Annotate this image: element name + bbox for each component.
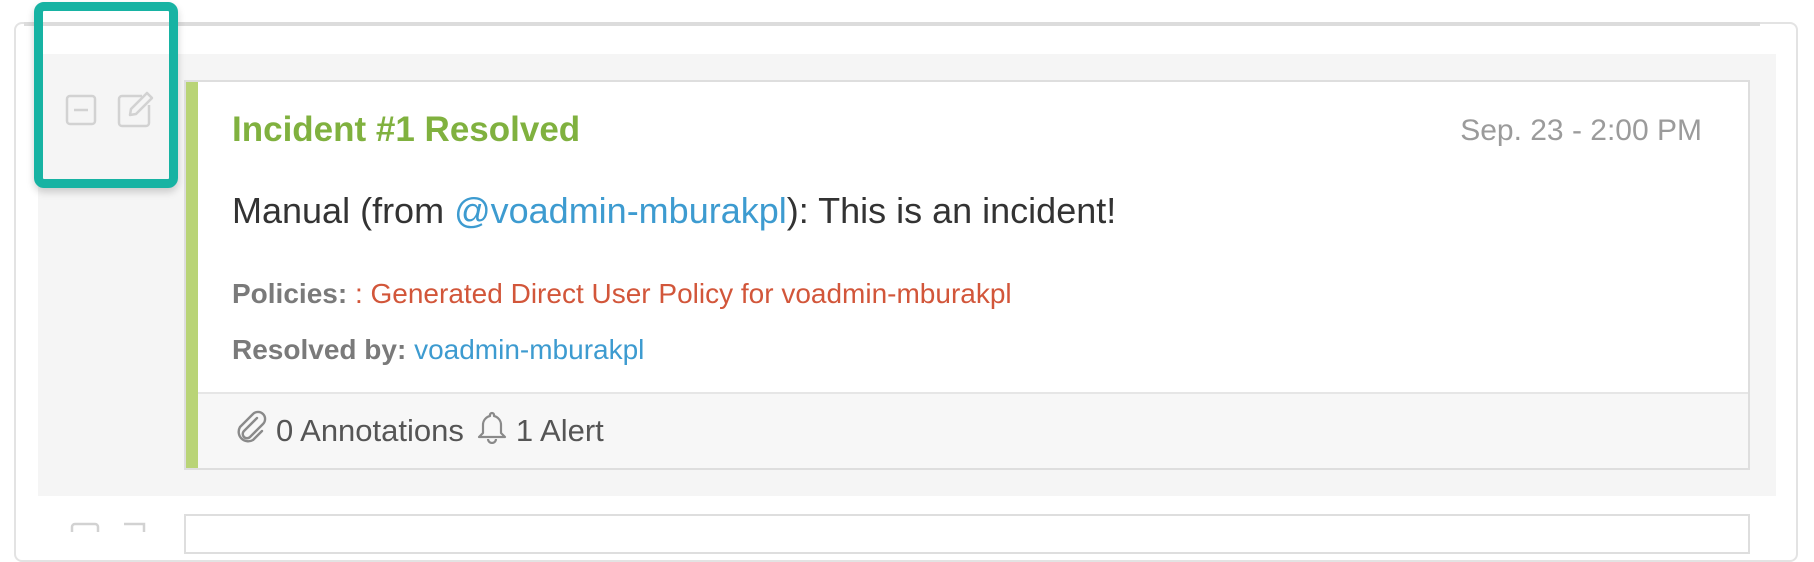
annotations-count: 0 Annotations [276,413,464,448]
resolved-by-label: Resolved by: [232,334,407,365]
collapse-icon[interactable] [58,87,104,133]
user-mention-link[interactable]: @voadmin-mburakpl [454,190,787,231]
incident-timestamp: Sep. 23 - 2:00 PM [1460,114,1702,147]
next-row-controls [58,512,168,546]
policy-link[interactable]: : Generated Direct User Policy for voadm… [355,278,1012,309]
panel-divider [24,22,1760,26]
resolved-by-user-link[interactable]: voadmin-mburakpl [414,334,644,365]
incident-card: Incident #1 Resolved Sep. 23 - 2:00 PM M… [184,80,1750,470]
alerts-button[interactable]: 1 Alert [476,410,604,452]
incident-message: Manual (from @voadmin-mburakpl): This is… [232,190,1116,232]
status-accent-bar [186,82,198,468]
resolved-by-line: Resolved by: voadmin-mburakpl [232,334,644,366]
message-suffix: ): This is an incident! [786,190,1117,231]
annotations-button[interactable]: 0 Annotations [234,410,464,452]
message-prefix: Manual (from [232,190,455,231]
alerts-count: 1 Alert [515,413,604,448]
edit-icon[interactable] [112,87,158,133]
policies-line: Policies: : Generated Direct User Policy… [232,278,1012,310]
next-incident-card [184,514,1750,554]
card-footer: 0 Annotations 1 Alert [198,392,1748,468]
incident-title: Incident #1 Resolved [232,110,581,149]
paperclip-icon [234,410,268,452]
bell-icon [476,410,508,452]
policies-label: Policies: [232,278,348,309]
row-controls [58,88,168,132]
